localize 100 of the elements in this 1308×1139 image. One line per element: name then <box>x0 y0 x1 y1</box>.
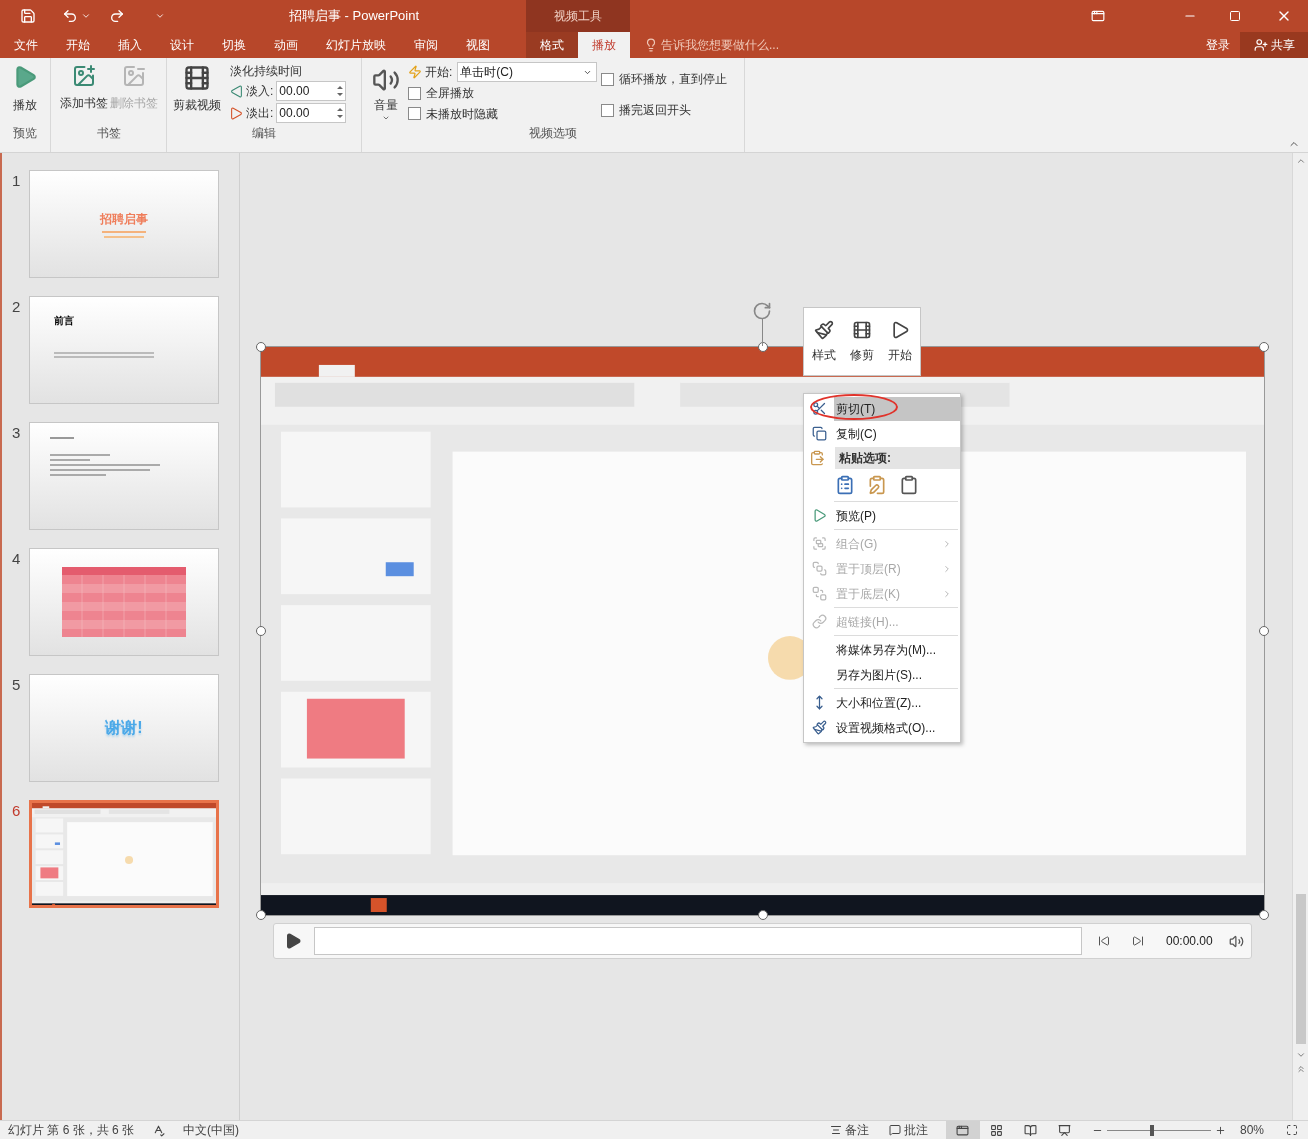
ribbon-tab[interactable]: 设计 <box>156 32 208 58</box>
image-minus-icon <box>121 64 146 88</box>
language-label[interactable]: 中文(中国) <box>183 1121 240 1139</box>
scissors-icon <box>811 401 827 416</box>
step-back-icon[interactable] <box>1098 935 1110 947</box>
share-button[interactable]: 共享 <box>1240 32 1308 58</box>
field-label: 开始: <box>425 64 453 82</box>
checkbox-label: 未播放时隐藏 <box>426 105 498 123</box>
spin-field[interactable]: 00.00 <box>276 81 347 101</box>
checkbox[interactable] <box>601 72 615 86</box>
dropdown-icon[interactable] <box>81 11 91 21</box>
selection-handle[interactable] <box>256 910 266 920</box>
play-icon <box>890 319 910 340</box>
lightbulb-icon <box>644 38 658 52</box>
ribbon-tab[interactable]: 开始 <box>52 32 104 58</box>
toolbar-button[interactable]: 样式 <box>807 311 841 372</box>
fit-to-window-icon[interactable] <box>1286 1124 1298 1136</box>
selection-handle[interactable] <box>1259 910 1269 920</box>
notes-button[interactable]: 备注 <box>829 1121 869 1139</box>
field-label: 淡出: <box>246 105 274 122</box>
dropdown-icon <box>382 114 390 122</box>
spin-field[interactable]: 00.00 <box>276 103 347 123</box>
tell-me-field[interactable]: 告诉我您想要做什么... <box>661 36 861 54</box>
menu-header: 粘贴选项: <box>835 447 960 469</box>
menu-item[interactable]: 设置视频格式(O)... <box>834 715 960 740</box>
customize-icon[interactable] <box>155 11 165 21</box>
ribbon-tab[interactable]: 审阅 <box>400 32 452 58</box>
sign-in-link[interactable]: 登录 <box>1206 36 1230 54</box>
scroll-thumb[interactable] <box>1295 894 1306 1044</box>
slide-title: 招聘启事 <box>100 211 148 228</box>
menu-item[interactable]: 剪切(T) <box>834 396 960 421</box>
view-button[interactable] <box>945 1120 980 1139</box>
subtitle-line <box>102 231 146 233</box>
trim-video-button[interactable]: 剪裁视频 <box>173 62 221 124</box>
film-icon <box>852 319 872 340</box>
body-text-line <box>50 454 110 456</box>
bring-to-front-icon <box>811 561 827 576</box>
checkbox[interactable] <box>601 103 615 117</box>
comments-button[interactable]: 批注 <box>888 1121 928 1139</box>
comment-icon <box>888 1124 901 1136</box>
toolbar-button[interactable]: 开始 <box>883 311 917 372</box>
slide-thumbnail[interactable] <box>29 548 219 656</box>
ribbon-display-icon[interactable] <box>1091 9 1105 23</box>
maximize-icon[interactable] <box>1229 10 1241 22</box>
checkbox-label: 循环播放，直到停止 <box>619 71 728 88</box>
menu-item[interactable]: 复制(C) <box>834 421 960 446</box>
fade-out-icon <box>230 106 243 120</box>
ribbon-tab[interactable]: 动画 <box>260 32 312 58</box>
body-text-line <box>50 474 106 476</box>
menu-item[interactable]: 大小和位置(Z)... <box>834 690 960 715</box>
step-forward-icon[interactable] <box>1132 935 1144 947</box>
ribbon-tab[interactable]: 插入 <box>104 32 156 58</box>
slide-thumbnail[interactable] <box>29 422 219 530</box>
slide-number: 2 <box>11 297 22 317</box>
play-icon[interactable] <box>284 932 302 950</box>
start-dropdown[interactable]: 单击时(C) <box>457 62 598 83</box>
progress-track[interactable] <box>314 927 1082 955</box>
bookmark-button[interactable]: 添加书签 <box>59 64 108 124</box>
spin-arrows-icon <box>337 107 344 119</box>
zoom-slider[interactable] <box>1106 1124 1211 1136</box>
person-add-icon <box>1253 38 1268 52</box>
fade-in-icon <box>230 84 243 98</box>
slide-thumbnail[interactable]: 前言 <box>29 296 219 404</box>
selection-handle[interactable] <box>256 626 266 636</box>
send-to-back-icon <box>811 586 827 601</box>
field-label: 淡入: <box>246 83 274 100</box>
selection-handle[interactable] <box>757 910 768 920</box>
toolbar-button[interactable]: 修剪 <box>845 311 879 372</box>
slide-count: 幻灯片 第 6 张，共 6 张 <box>8 1122 135 1139</box>
volume-icon[interactable] <box>1228 933 1244 949</box>
rotate-handle-icon[interactable] <box>752 301 772 321</box>
selection-handle[interactable] <box>256 342 266 352</box>
notes-icon <box>829 1124 842 1136</box>
zoom-level[interactable]: 80% <box>1239 1121 1264 1139</box>
slide-number: 3 <box>11 423 22 443</box>
checkbox[interactable] <box>408 86 421 100</box>
slide-title: 前言 <box>54 314 75 328</box>
undo-icon[interactable] <box>62 8 78 24</box>
paintbrush-icon <box>814 319 834 340</box>
zoom-in-icon[interactable] <box>1214 1124 1226 1136</box>
slide-number: 6 <box>11 801 22 821</box>
checkbox[interactable] <box>408 107 421 121</box>
volume-button[interactable]: 音量 <box>372 62 400 124</box>
ribbon-tab[interactable]: 幻灯片放映 <box>312 32 400 58</box>
menu-item[interactable]: 将媒体另存为(M)... <box>834 637 960 662</box>
save-icon[interactable] <box>20 8 36 24</box>
ribbon-tab[interactable]: 播放 <box>578 32 630 58</box>
selection-handle[interactable] <box>1259 342 1269 352</box>
selection-handle[interactable] <box>757 342 768 352</box>
slide-number: 5 <box>11 675 22 695</box>
spell-check-icon[interactable] <box>152 1123 166 1137</box>
ribbon-tab[interactable]: 文件 <box>0 32 52 58</box>
ribbon-tab[interactable]: 切换 <box>208 32 260 58</box>
play-button[interactable]: 播放 <box>12 64 38 124</box>
ribbon-tab[interactable]: 视图 <box>452 32 504 58</box>
menu-item[interactable]: 另存为图片(S)... <box>834 662 960 687</box>
redo-icon[interactable] <box>109 8 125 24</box>
selection-handle[interactable] <box>1259 626 1269 636</box>
menu-item[interactable]: 预览(P) <box>834 503 960 528</box>
zoom-thumb[interactable] <box>1149 1124 1154 1136</box>
